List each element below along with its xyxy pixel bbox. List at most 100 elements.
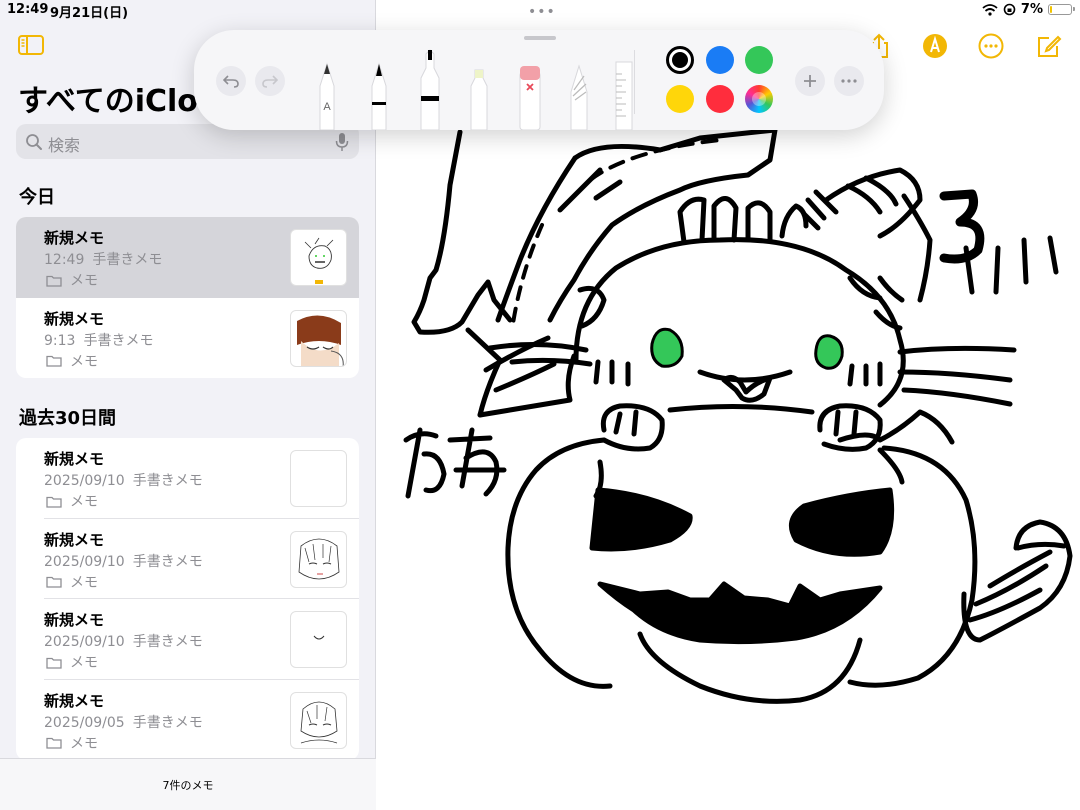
today-notes-list: 新規メモ 12:49 手書きメモ メモ 新規メモ 9:13 手書きメモ メモ: [16, 217, 359, 378]
color-swatch-black-selected[interactable]: [666, 46, 694, 74]
section-past-30-days: 過去30日間: [19, 408, 117, 429]
note-date: 12:49: [44, 252, 85, 268]
monoline-pen-tool[interactable]: A: [316, 60, 338, 130]
section-today: 今日: [19, 187, 55, 208]
redo-icon: [262, 75, 278, 88]
note-thumbnail: [290, 229, 347, 286]
highlighter-tool[interactable]: [468, 64, 490, 130]
status-indicators: 7%: [982, 2, 1075, 17]
pencil-tool[interactable]: [568, 62, 590, 130]
note-item[interactable]: 新規メモ 2025/09/10 手書きメモ メモ: [16, 519, 359, 599]
undo-icon: [223, 75, 239, 88]
note-desc: 手書きメモ: [83, 332, 154, 349]
note-item[interactable]: 新規メモ 2025/09/10 手書きメモ メモ: [16, 599, 359, 680]
palette-grabber[interactable]: [524, 36, 556, 40]
note-desc: 手書きメモ: [92, 252, 163, 268]
note-folder: メモ: [46, 652, 98, 672]
undo-button[interactable]: [216, 66, 246, 96]
color-picker-multicolor[interactable]: [745, 85, 773, 113]
note-meta: 2025/09/10 手書きメモ: [44, 551, 203, 571]
battery-icon: [1048, 4, 1075, 15]
multitasking-dots-icon[interactable]: •••: [528, 4, 556, 20]
color-picker-center: [752, 92, 766, 106]
note-thumbnail: [290, 309, 347, 367]
note-folder-label: メモ: [70, 273, 98, 289]
note-folder-label: メモ: [70, 574, 98, 591]
note-title: 新規メモ: [44, 691, 105, 710]
note-meta: 2025/09/10 手書きメモ: [44, 631, 203, 651]
note-folder-label: メモ: [70, 655, 98, 671]
notes-app: 12:49 9月21日(日) すべてのiCloud 検索 今日: [0, 0, 1080, 810]
folder-icon: [46, 275, 62, 287]
sidebar-toggle-icon[interactable]: [18, 35, 44, 55]
svg-text:A: A: [323, 101, 331, 113]
note-desc: 手書きメモ: [132, 634, 203, 650]
note-folder: メモ: [46, 491, 98, 511]
note-meta: 9:13 手書きメモ: [44, 330, 153, 350]
battery-percent: 7%: [1020, 2, 1043, 17]
note-thumbnail: [290, 691, 347, 749]
note-title: 新規メモ: [44, 229, 105, 247]
color-swatch-red[interactable]: [706, 85, 734, 113]
note-folder: メモ: [46, 572, 98, 592]
pencil-tool-palette: A: [194, 30, 884, 130]
note-item[interactable]: 新規メモ 12:49 手書きメモ メモ: [16, 217, 359, 298]
note-folder-label: メモ: [70, 494, 98, 510]
note-folder: メモ: [46, 351, 98, 371]
note-date: 2025/09/10: [44, 473, 125, 489]
orientation-lock-icon: [1003, 3, 1016, 16]
color-black: [672, 52, 688, 68]
status-date: 9月21日(日): [50, 6, 129, 21]
note-title: 新規メモ: [44, 611, 105, 629]
note-folder-label: メモ: [70, 735, 98, 752]
folder-icon: [46, 657, 62, 669]
more-icon[interactable]: [978, 33, 1004, 59]
folder-icon: [46, 737, 62, 749]
note-desc: 手書きメモ: [132, 473, 203, 489]
note-folder-label: メモ: [70, 353, 98, 370]
folder-icon: [46, 576, 62, 588]
note-thumbnail: [290, 450, 347, 507]
compose-icon[interactable]: [1036, 33, 1062, 59]
note-meta: 2025/09/10 手書きメモ: [44, 470, 203, 490]
markup-icon[interactable]: [922, 33, 948, 59]
note-date: 9:13: [44, 332, 76, 349]
note-item[interactable]: 新規メモ 2025/09/05 手書きメモ メモ: [16, 680, 359, 761]
note-date: 2025/09/10: [44, 634, 125, 650]
microphone-icon[interactable]: [335, 132, 349, 152]
pen-tool[interactable]: [368, 60, 390, 130]
past-notes-list: 新規メモ 2025/09/10 手書きメモ メモ 新規メモ 2025/09/10 手…: [16, 438, 359, 760]
plus-icon: [804, 75, 816, 87]
eraser-tool[interactable]: [518, 64, 542, 130]
color-swatch-yellow[interactable]: [666, 85, 694, 113]
battery-fill: [1050, 6, 1052, 13]
note-thumbnail: [290, 611, 347, 668]
redo-button[interactable]: [255, 66, 285, 96]
note-desc: 手書きメモ: [132, 714, 203, 731]
ruler-tool[interactable]: [614, 60, 634, 130]
note-meta: 2025/09/05 手書きメモ: [44, 712, 203, 732]
note-item[interactable]: 新規メモ 9:13 手書きメモ メモ: [16, 298, 359, 379]
color-swatch-blue[interactable]: [706, 46, 734, 74]
sidebar-footer: 7件のメモ: [0, 758, 376, 810]
note-item[interactable]: 新規メモ 2025/09/10 手書きメモ メモ: [16, 438, 359, 519]
ellipsis-icon: [841, 79, 857, 83]
note-meta: 12:49 手書きメモ: [44, 249, 162, 269]
note-title: 新規メモ: [44, 450, 105, 468]
color-swatch-green[interactable]: [745, 46, 773, 74]
folder-icon: [46, 355, 62, 367]
note-thumbnail: [290, 530, 347, 588]
wifi-icon: [982, 3, 998, 16]
add-tool-button[interactable]: [795, 66, 825, 96]
folder-icon: [46, 496, 62, 508]
search-placeholder: 検索: [48, 136, 81, 155]
note-folder: メモ: [46, 733, 98, 753]
palette-more-button[interactable]: [834, 66, 864, 96]
note-folder: メモ: [46, 270, 98, 290]
folder-title: すべてのiCloud: [18, 84, 208, 119]
note-title: 新規メモ: [44, 309, 105, 328]
note-date: 2025/09/05: [44, 714, 125, 731]
marker-tool[interactable]: [418, 48, 442, 130]
note-date: 2025/09/10: [44, 553, 125, 570]
palette-divider: [634, 50, 635, 114]
